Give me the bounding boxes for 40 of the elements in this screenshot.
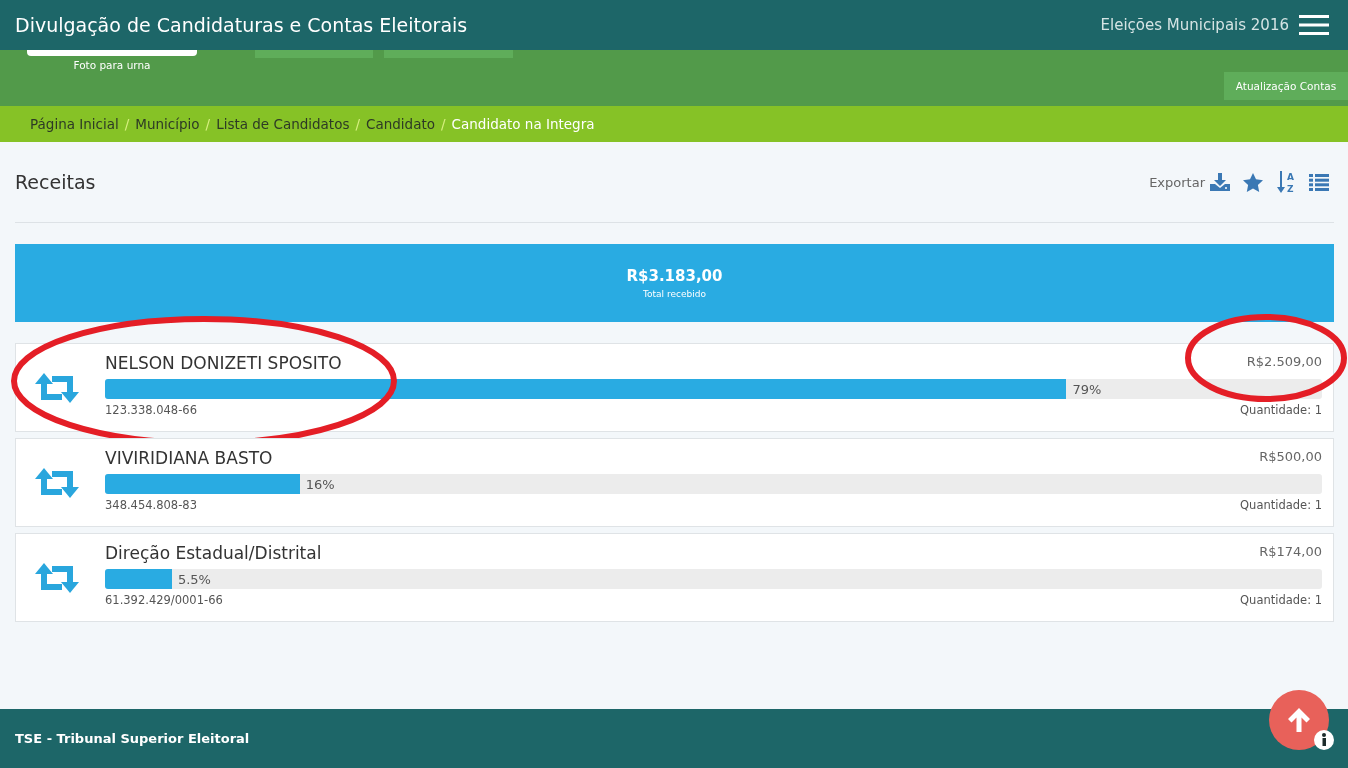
footer-text: TSE - Tribunal Superior Eleitoral [15,731,250,746]
donor-name: VIVIRIDIANA BASTO [105,448,273,468]
breadcrumb-link[interactable]: Página Inicial [30,116,119,132]
quantity-label: Quantidade: 1 [1240,593,1322,607]
list-icon[interactable] [1309,173,1329,191]
breadcrumb-separator: / [355,116,361,132]
menu-icon[interactable] [1299,15,1329,35]
election-label: Eleições Municipais 2016 [1100,16,1289,34]
donation-amount: R$2.509,00 [1246,354,1322,371]
percent-label: 5.5% [177,571,211,587]
document-number: 348.454.808-83 [105,498,197,512]
breadcrumb-link[interactable]: Lista de Candidatos [216,116,350,132]
breadcrumb-link[interactable]: Candidato [366,116,435,132]
donation-amount: R$500,00 [1259,449,1322,466]
site-title: Divulgação de Candidaturas e Contas Eleitorais [15,14,468,36]
percent-label: 16% [305,476,335,492]
donor-name: Direção Estadual/Distrital [105,543,322,563]
photo-caption: Foto para urna [73,59,151,71]
breadcrumb-separator: / [205,116,211,132]
total-caption: Total recebido [643,289,706,299]
document-number: 123.338.048-66 [105,403,197,417]
section-title: Receitas [15,171,96,193]
breadcrumb-separator: / [441,116,446,132]
star-icon[interactable] [1243,172,1263,192]
swap-arrows-icon [35,468,79,498]
download-icon[interactable] [1210,173,1230,191]
arrow-up-icon [1286,707,1312,733]
donation-amount: R$174,00 [1259,544,1322,561]
document-number: 61.392.429/0001-66 [105,593,223,607]
swap-arrows-icon [35,373,79,403]
donor-name: NELSON DONIZETI SPOSITO [105,353,342,373]
breadcrumb-link[interactable]: Município [135,116,200,132]
export-label[interactable]: Exportar [1149,174,1205,190]
quantity-label: Quantidade: 1 [1240,403,1322,417]
swap-arrows-icon [35,563,79,593]
total-amount: R$3.183,00 [626,267,723,285]
quantity-label: Quantidade: 1 [1240,498,1322,512]
breadcrumb-separator: / [124,116,130,132]
info-icon[interactable] [1314,730,1334,750]
percent-label: 79% [1072,381,1102,397]
